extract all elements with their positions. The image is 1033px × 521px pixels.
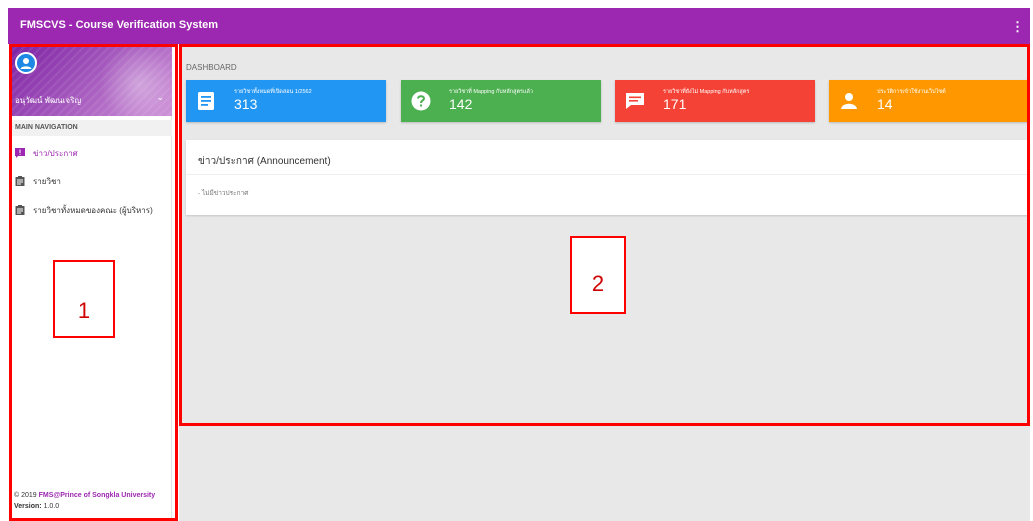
annotation-box-2 bbox=[179, 44, 1030, 426]
app-title: FMSCVS - Course Verification System bbox=[20, 19, 219, 31]
top-app-bar: FMSCVS - Course Verification System ⋮ bbox=[8, 8, 1030, 44]
more-menu-icon[interactable]: ⋮ bbox=[1011, 19, 1024, 35]
annotation-label-1: 1 bbox=[53, 260, 115, 338]
annotation-label-2: 2 bbox=[570, 236, 626, 314]
